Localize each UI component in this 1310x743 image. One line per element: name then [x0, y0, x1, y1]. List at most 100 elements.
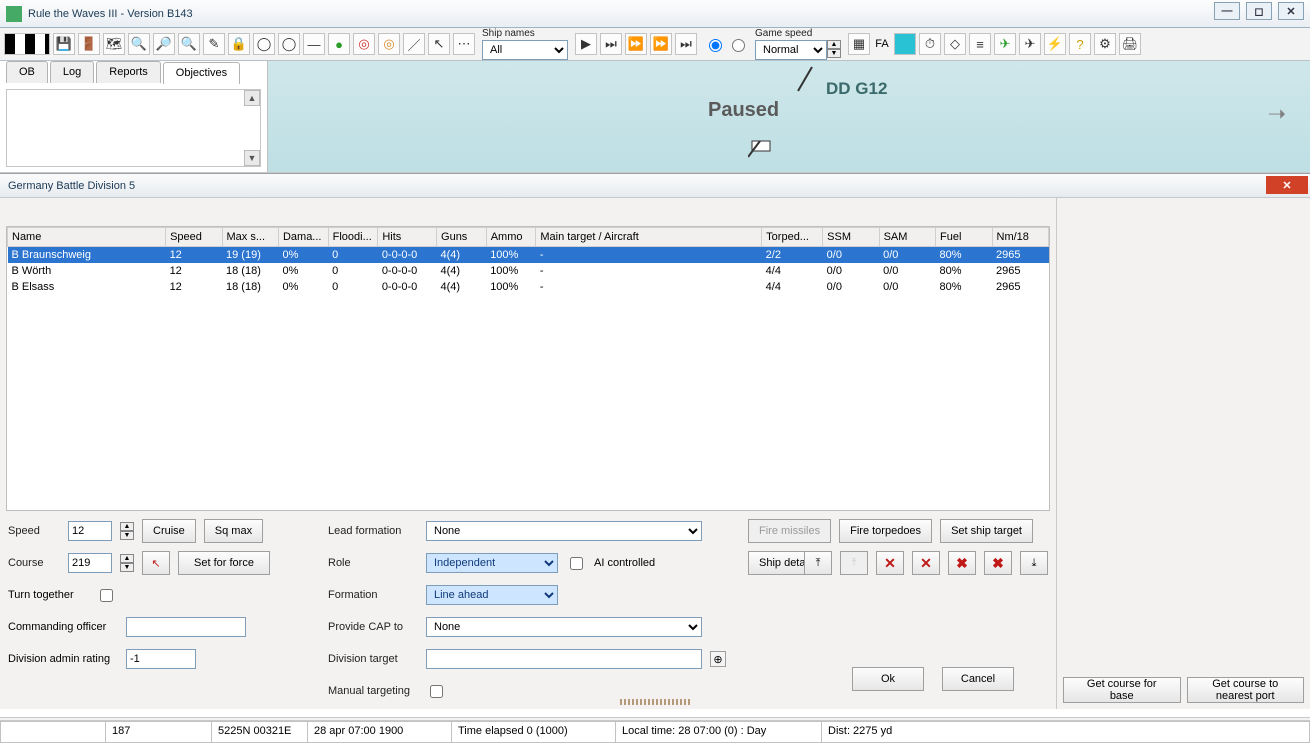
lead-formation-select[interactable]: None	[426, 521, 702, 541]
col-header[interactable]: Max s...	[222, 228, 278, 247]
course-spinner[interactable]: ▲▼	[120, 554, 134, 572]
tab-reports[interactable]: Reports	[96, 61, 161, 83]
zoom-in-icon[interactable]: 🔍	[128, 33, 150, 55]
col-header[interactable]: SSM	[823, 228, 879, 247]
provide-cap-select[interactable]: None	[426, 617, 702, 637]
speed-input[interactable]	[68, 521, 112, 541]
cancel-button[interactable]: Cancel	[942, 667, 1014, 691]
step-icon[interactable]: ⏭	[600, 33, 622, 55]
speed-radio-1[interactable]	[709, 39, 722, 52]
zoom-reset-icon[interactable]: 🔍	[178, 33, 200, 55]
pick-target-button[interactable]: ⊕	[710, 651, 726, 667]
minus-icon[interactable]: —	[303, 33, 325, 55]
cursor-icon[interactable]: ↖	[428, 33, 450, 55]
layers-icon[interactable]: ≡	[969, 33, 991, 55]
circle2-icon[interactable]: ◯	[278, 33, 300, 55]
dialog-close-button[interactable]: ✕	[1266, 176, 1308, 194]
lock-icon[interactable]: 🔒	[228, 33, 250, 55]
game-speed-select[interactable]: Normal	[755, 40, 827, 60]
cancel-all-button[interactable]: ✕	[912, 551, 940, 575]
play-icon[interactable]: ▶	[575, 33, 597, 55]
fleet-icon[interactable]: ▦	[848, 33, 870, 55]
close-button[interactable]: ✕	[1278, 2, 1304, 20]
save-icon[interactable]: 💾	[53, 33, 75, 55]
commanding-officer-input[interactable]	[126, 617, 246, 637]
speed-up-button[interactable]: ▲	[827, 40, 841, 49]
cancel-fleet-button[interactable]: ✖	[948, 551, 976, 575]
get-course-port-button[interactable]: Get course to nearest port	[1187, 677, 1305, 703]
set-for-force-button[interactable]: Set for force	[178, 551, 270, 575]
zoom-out-icon[interactable]: 🔎	[153, 33, 175, 55]
ship-names-select[interactable]: All	[482, 40, 568, 60]
bolt-icon[interactable]: ⚡	[1044, 33, 1066, 55]
tab-objectives[interactable]: Objectives	[163, 62, 240, 84]
ff3-icon[interactable]: ⏩	[650, 33, 672, 55]
col-header[interactable]: Ammo	[486, 228, 536, 247]
green-dot-icon[interactable]: ●	[328, 33, 350, 55]
circle1-icon[interactable]: ◯	[253, 33, 275, 55]
col-header[interactable]: SAM	[879, 228, 935, 247]
formation-select[interactable]: Line ahead	[426, 585, 558, 605]
sink-button[interactable]: ⤓	[1020, 551, 1048, 575]
tab-ob[interactable]: OB	[6, 61, 48, 83]
col-header[interactable]: Nm/18	[992, 228, 1049, 247]
tab-log[interactable]: Log	[50, 61, 94, 83]
division-admin-input[interactable]	[126, 649, 196, 669]
col-header[interactable]: Fuel	[936, 228, 992, 247]
col-header[interactable]: Torped...	[762, 228, 823, 247]
cruise-button[interactable]: Cruise	[142, 519, 196, 543]
help-icon[interactable]: ?	[1069, 33, 1091, 55]
cancel-target-button[interactable]: ✕	[876, 551, 904, 575]
ff2-icon[interactable]: ⏩	[625, 33, 647, 55]
col-header[interactable]: Hits	[378, 228, 437, 247]
col-header[interactable]: Main target / Aircraft	[536, 228, 762, 247]
print-icon[interactable]: 🖨	[1119, 33, 1141, 55]
manual-targeting-checkbox[interactable]	[430, 685, 443, 698]
col-header[interactable]: Guns	[437, 228, 487, 247]
plane2-icon[interactable]: ✈	[1019, 33, 1041, 55]
course-pick-button[interactable]: ↖	[142, 551, 170, 575]
eraser-icon[interactable]: ◇	[944, 33, 966, 55]
nation-flag-icon[interactable]	[4, 33, 50, 55]
table-row[interactable]: B Elsass1218 (18)0%00-0-0-04(4)100%-4/40…	[8, 279, 1049, 295]
exit-icon[interactable]: 🚪	[78, 33, 100, 55]
minimize-button[interactable]: —	[1214, 2, 1240, 20]
sea-color-icon[interactable]	[894, 33, 916, 55]
get-course-base-button[interactable]: Get course for base	[1063, 677, 1181, 703]
division-target-input[interactable]	[426, 649, 702, 669]
line-tool-icon[interactable]: ／	[403, 33, 425, 55]
col-header[interactable]: Floodi...	[328, 228, 378, 247]
cancel-fleet10-button[interactable]: ✖	[984, 551, 1012, 575]
fire-torpedoes-button[interactable]: Fire torpedoes	[839, 519, 932, 543]
table-row[interactable]: B Wörth1218 (18)0%00-0-0-04(4)100%-4/40/…	[8, 263, 1049, 279]
smoke-on-button[interactable]: ⤒	[804, 551, 832, 575]
pencil-icon[interactable]: ✎	[203, 33, 225, 55]
col-header[interactable]: Speed	[166, 228, 222, 247]
scroll-down-button[interactable]: ▼	[244, 150, 260, 166]
set-ship-target-button[interactable]: Set ship target	[940, 519, 1033, 543]
course-input[interactable]	[68, 553, 112, 573]
ships-table[interactable]: NameSpeedMax s...Dama...Floodi...HitsGun…	[6, 226, 1050, 511]
ai-controlled-checkbox[interactable]	[570, 557, 583, 570]
speed-spinner[interactable]: ▲▼	[120, 522, 134, 540]
col-header[interactable]: Name	[8, 228, 166, 247]
speed-down-button[interactable]: ▼	[827, 49, 841, 58]
orange-ring-icon[interactable]: ◎	[378, 33, 400, 55]
speed-radio-2[interactable]	[732, 39, 745, 52]
red-ring-icon[interactable]: ◎	[353, 33, 375, 55]
map-icon[interactable]: 🗺	[103, 33, 125, 55]
role-select[interactable]: Independent	[426, 553, 558, 573]
table-row[interactable]: B Braunschweig1219 (19)0%00-0-0-04(4)100…	[8, 247, 1049, 264]
plane1-icon[interactable]: ✈	[994, 33, 1016, 55]
col-header[interactable]: Dama...	[278, 228, 328, 247]
ff-end-icon[interactable]: ⏭	[675, 33, 697, 55]
ok-button[interactable]: Ok	[852, 667, 924, 691]
battle-map[interactable]: Paused DD G12 ➝	[268, 61, 1310, 173]
maximize-button[interactable]: ◻	[1246, 2, 1272, 20]
turn-together-checkbox[interactable]	[100, 589, 113, 602]
sqmax-button[interactable]: Sq max	[204, 519, 263, 543]
dots-icon[interactable]: ⋯	[453, 33, 475, 55]
scroll-up-button[interactable]: ▲	[244, 90, 260, 106]
settings-icon[interactable]: ⚙	[1094, 33, 1116, 55]
resize-handle[interactable]	[620, 699, 690, 705]
